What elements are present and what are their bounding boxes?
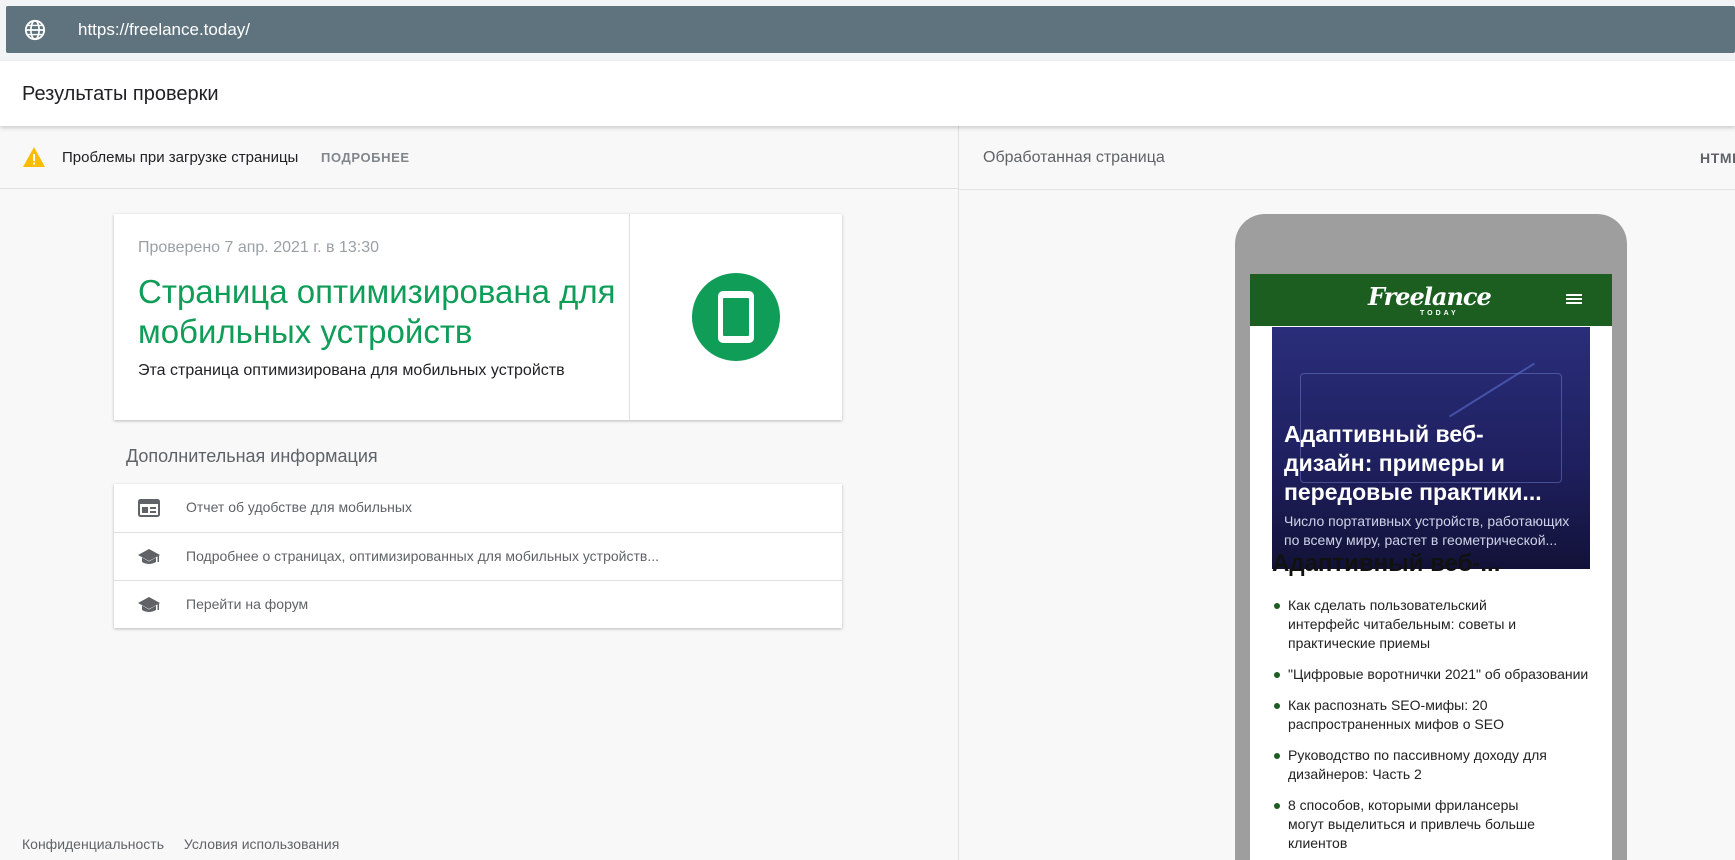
list-item-label[interactable]: Отчет об удобстве для мобильных	[186, 499, 412, 515]
phone-screen[interactable]: Freelance TODAY Адаптивный веб- дизайн: …	[1250, 274, 1612, 860]
additional-info-title: Дополнительная информация	[126, 446, 378, 466]
page-title: Результаты проверки	[22, 83, 219, 105]
result-heading: Страница оптимизирована для мобильных ус…	[138, 273, 616, 350]
rendered-page-label: Обработанная страница	[983, 149, 1165, 166]
smartphone-icon	[718, 291, 754, 343]
warning-icon	[23, 147, 45, 167]
logo-main-text: Freelance	[1368, 282, 1492, 311]
logo-sub-text: TODAY	[1420, 310, 1459, 317]
status-message: Проблемы при загрузке страницы	[62, 149, 299, 166]
related-links: Как сделать пользовательский интерфейс ч…	[1272, 596, 1612, 860]
site-logo[interactable]: Freelance TODAY	[1368, 280, 1494, 320]
list-item[interactable]: "Цифровые воротнички 2021" об образовани…	[1272, 665, 1612, 684]
list-item-learn-more[interactable]: Подробнее о страницах, оптимизированных …	[114, 532, 842, 580]
details-button[interactable]: ПОДРОБНЕЕ	[321, 150, 410, 165]
status-bar: Проблемы при загрузке страницы ПОДРОБНЕЕ	[0, 126, 958, 189]
checked-date: Проверено 7 апр. 2021 г. в 13:30	[138, 239, 379, 256]
rendered-page-pane: Обработанная страница HTML Freelance TOD…	[959, 126, 1735, 860]
list-item-forum[interactable]: Перейти на форум	[114, 580, 842, 628]
list-item-label[interactable]: Подробнее о страницах, оптимизированных …	[186, 548, 659, 564]
hero-subtitle: Число портативных устройств, работающих …	[1284, 513, 1570, 548]
browser-chrome: https://freelance.today/	[0, 0, 1735, 61]
additional-info-list: Отчет об удобстве для мобильных Подробне…	[114, 484, 842, 628]
title-bar: Результаты проверки	[0, 61, 1735, 126]
list-item[interactable]: Руководство по пассивному доходу для диз…	[1272, 746, 1552, 784]
graduation-cap-icon	[138, 597, 160, 612]
result-card: Проверено 7 апр. 2021 г. в 13:30 Страниц…	[114, 214, 842, 420]
list-item-label[interactable]: Перейти на форум	[186, 596, 308, 612]
terms-link[interactable]: Условия использования	[184, 836, 339, 852]
right-divider	[959, 189, 1735, 190]
phone-preview-frame: Freelance TODAY Адаптивный веб- дизайн: …	[1235, 214, 1627, 860]
result-description: Эта страница оптимизирована для мобильны…	[138, 362, 565, 379]
footer: Конфиденциальность Условия использования	[22, 836, 355, 852]
article-title: Адаптивный веб-...	[1272, 550, 1501, 577]
results-pane: Проблемы при загрузке страницы ПОДРОБНЕЕ…	[0, 126, 958, 860]
report-icon	[138, 499, 160, 517]
tab-html[interactable]: HTML	[1700, 150, 1735, 166]
privacy-link[interactable]: Конфиденциальность	[22, 836, 164, 852]
globe-icon	[24, 19, 46, 41]
list-item[interactable]: Как сделать пользовательский интерфейс ч…	[1272, 596, 1562, 653]
list-item-mobile-report[interactable]: Отчет об удобстве для мобильных	[114, 484, 842, 532]
card-divider	[629, 214, 630, 420]
site-header: Freelance TODAY	[1250, 274, 1612, 326]
address-bar[interactable]: https://freelance.today/	[6, 6, 1735, 53]
hamburger-menu-icon[interactable]	[1566, 292, 1582, 306]
list-item[interactable]: Как распознать SEO-мифы: 20 распростране…	[1272, 696, 1522, 734]
list-item[interactable]: 8 способов, которыми фрилансеры могут вы…	[1272, 796, 1552, 853]
mobile-friendly-badge	[692, 273, 780, 361]
hero-banner[interactable]: Адаптивный веб- дизайн: примеры и передо…	[1272, 327, 1590, 569]
hero-title: Адаптивный веб- дизайн: примеры и передо…	[1284, 421, 1542, 505]
url-text[interactable]: https://freelance.today/	[78, 20, 250, 40]
graduation-cap-icon	[138, 549, 160, 564]
